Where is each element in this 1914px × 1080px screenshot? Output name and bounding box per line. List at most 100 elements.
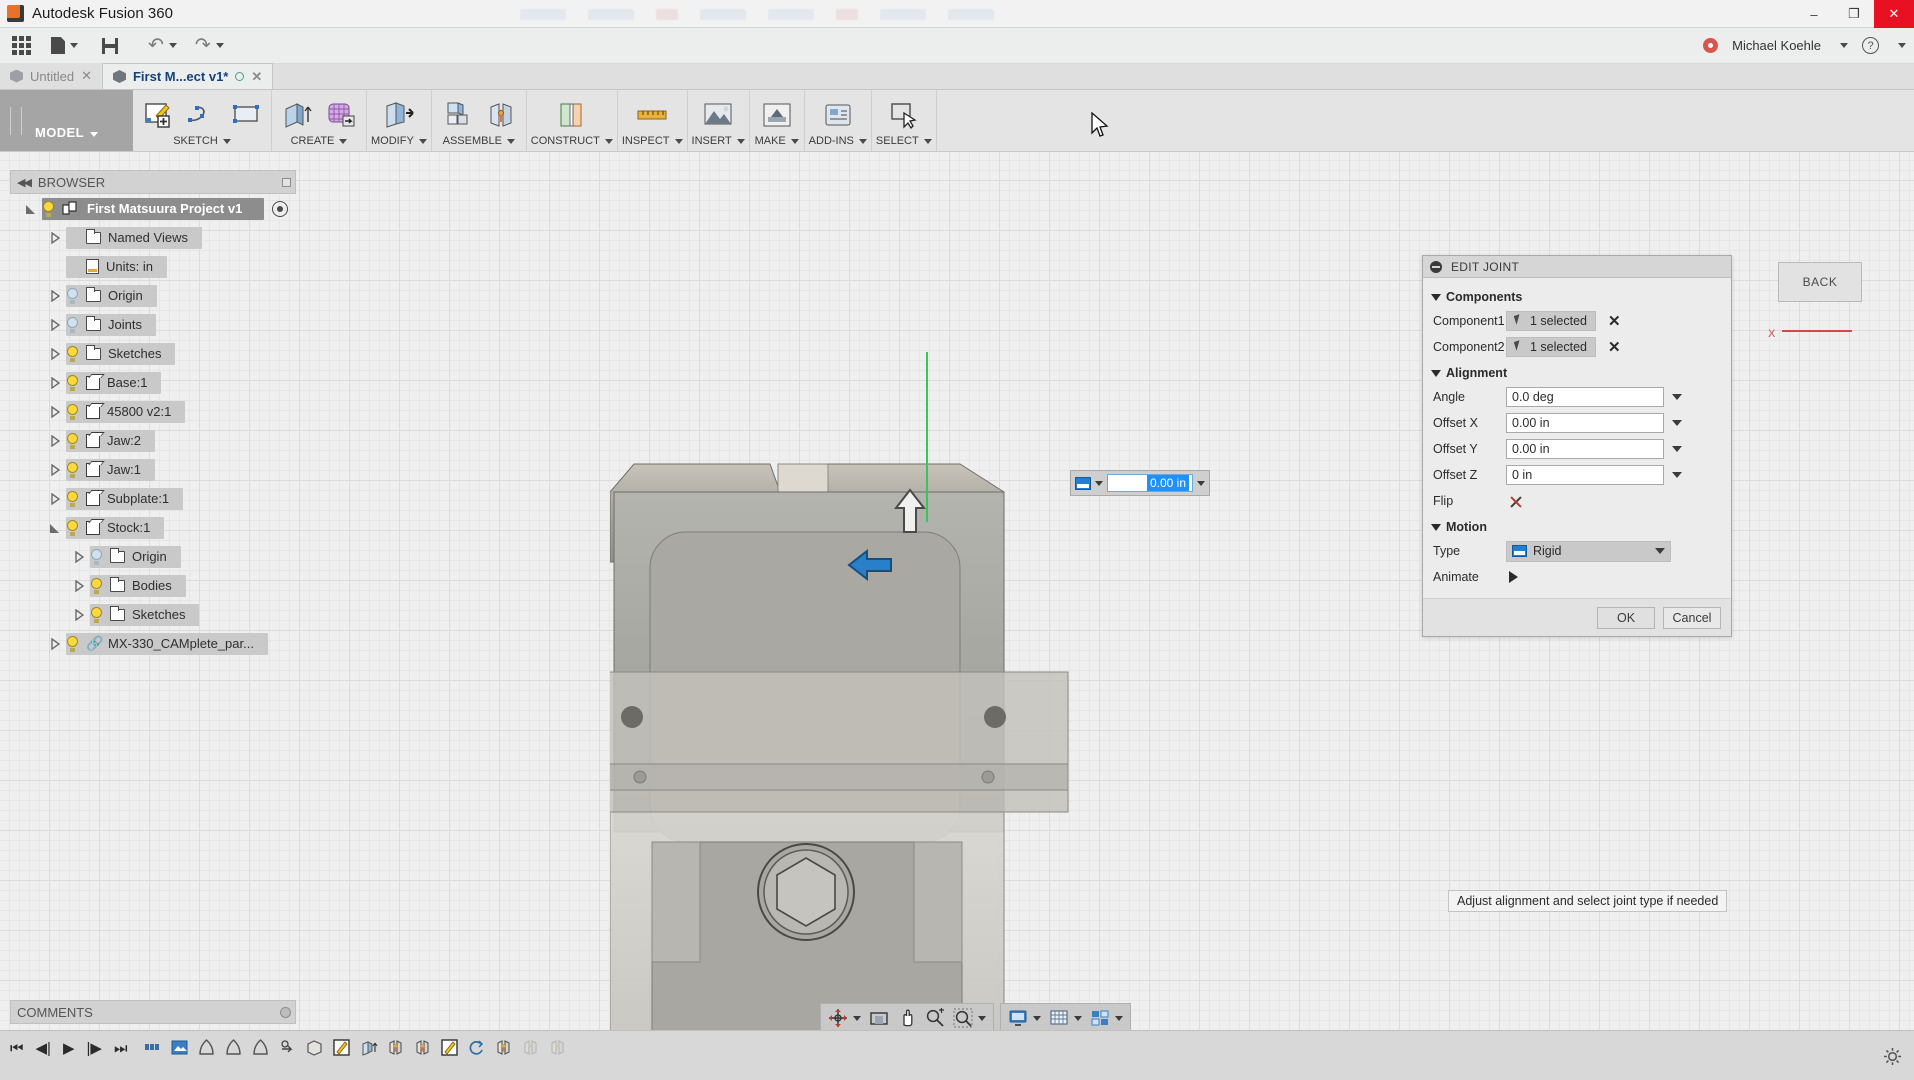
browser-item-hit[interactable]: Sketches (66, 343, 175, 365)
ribbon-group-label[interactable]: CONSTRUCT (531, 135, 613, 151)
browser-tree-item[interactable]: Base:1 (10, 368, 296, 397)
browser-tree-item[interactable]: First Matsuura Project v1 (10, 194, 296, 223)
expand-arrow-icon[interactable] (44, 232, 66, 244)
visibility-bulb-icon[interactable] (66, 462, 79, 478)
offset-x-input[interactable]: 0.00 in (1506, 413, 1664, 433)
document-settings-icon[interactable] (142, 1037, 163, 1058)
joint-icon-dim[interactable] (547, 1037, 568, 1058)
visibility-bulb-icon[interactable] (66, 404, 79, 420)
browser-tree-item[interactable]: 🔗MX-330_CAMplete_par... (10, 629, 296, 658)
ribbon-group-label[interactable]: CREATE (291, 135, 348, 151)
undo-button[interactable]: ↶ (142, 28, 183, 64)
joint-arrow-up-icon[interactable] (880, 482, 940, 542)
browser-tree-item[interactable]: Sketches (10, 600, 296, 629)
ribbon-group-label[interactable]: SELECT (876, 135, 932, 151)
visibility-bulb-icon[interactable] (42, 201, 55, 217)
step-back-icon[interactable]: ◀| (36, 1039, 51, 1057)
chevron-down-icon[interactable] (1197, 481, 1205, 486)
edit-sketch-icon[interactable] (331, 1037, 352, 1058)
pan-icon[interactable] (894, 1005, 920, 1031)
browser-tree-item[interactable]: Sketches (10, 339, 296, 368)
add-comment-icon[interactable] (280, 1007, 291, 1018)
edit-sketch-icon[interactable] (439, 1037, 460, 1058)
cancel-button[interactable]: Cancel (1663, 607, 1721, 629)
browser-tree-item[interactable]: Subplate:1 (10, 484, 296, 513)
ribbon-group-label[interactable]: ADD-INS (809, 135, 867, 151)
browser-item-hit[interactable]: Origin (66, 285, 157, 307)
ribbon-group-label[interactable]: MAKE (755, 135, 799, 151)
browser-item-hit[interactable]: Units: in (66, 256, 167, 278)
settings-gear-icon[interactable] (1883, 1047, 1902, 1066)
browser-item-hit[interactable]: Base:1 (66, 372, 161, 394)
browser-tree-item[interactable]: Bodies (10, 571, 296, 600)
skip-start-icon[interactable]: ⏮ (10, 1040, 24, 1057)
component1-clear-button[interactable]: ✕ (1608, 312, 1621, 330)
user-name-label[interactable]: Michael Koehle (1732, 38, 1821, 53)
expand-arrow-icon[interactable] (44, 348, 66, 360)
look-at-icon[interactable] (866, 1005, 892, 1031)
browser-item-hit[interactable]: 🔗MX-330_CAMplete_par... (66, 633, 268, 655)
visibility-bulb-icon[interactable] (90, 578, 103, 594)
record-screencast-icon[interactable] (1703, 38, 1718, 53)
angle-input[interactable]: 0.0 deg (1506, 387, 1664, 407)
expand-arrow-icon[interactable] (68, 609, 90, 621)
rectangle-icon[interactable] (225, 96, 267, 134)
component-activate-icon[interactable] (272, 201, 288, 217)
browser-tree-item[interactable]: 45800 v2:1 (10, 397, 296, 426)
visibility-bulb-icon[interactable] (90, 549, 103, 565)
expand-arrow-icon[interactable] (44, 319, 66, 331)
revolve-icon[interactable] (466, 1037, 487, 1058)
visibility-bulb-icon[interactable] (66, 520, 79, 536)
ribbon-group-label[interactable]: INSPECT (622, 135, 683, 151)
browser-item-hit[interactable]: Stock:1 (66, 517, 164, 539)
chevron-down-icon[interactable] (1672, 446, 1682, 452)
browser-item-hit[interactable]: 45800 v2:1 (66, 401, 185, 423)
joint-arrow-left-icon[interactable] (845, 545, 895, 585)
ribbon-group-label[interactable]: ASSEMBLE (443, 135, 515, 151)
step-forward-icon[interactable]: |▶ (87, 1039, 102, 1057)
close-icon[interactable]: ✕ (81, 68, 92, 84)
chevron-down-icon[interactable] (1898, 43, 1906, 48)
scripts-addins-icon[interactable] (815, 96, 861, 134)
browser-header[interactable]: ◀◀ BROWSER (10, 170, 296, 194)
maximize-button[interactable]: ❐ (1834, 0, 1874, 28)
comments-panel-header[interactable]: COMMENTS (10, 1000, 296, 1024)
browser-item-hit[interactable]: Bodies (90, 575, 186, 597)
inline-value-input[interactable]: 0.00 in (1070, 470, 1210, 496)
chevron-down-icon[interactable] (1115, 1016, 1123, 1021)
section-header-components[interactable]: Components (1423, 284, 1731, 308)
collapse-arrow-icon[interactable] (44, 522, 66, 534)
visibility-bulb-icon[interactable] (66, 433, 79, 449)
joint-icon[interactable] (385, 1037, 406, 1058)
zoom-icon[interactable] (922, 1005, 948, 1031)
visibility-bulb-icon[interactable] (66, 317, 79, 333)
visibility-bulb-icon[interactable] (66, 636, 79, 652)
browser-tree-item[interactable]: Origin (10, 542, 296, 571)
collapse-arrow-icon[interactable] (20, 203, 42, 215)
expand-arrow-icon[interactable] (68, 580, 90, 592)
play-icon[interactable]: ▶ (63, 1039, 75, 1057)
browser-tree-item[interactable]: Stock:1 (10, 513, 296, 542)
browser-item-hit[interactable]: Jaw:1 (66, 459, 155, 481)
save-button[interactable] (96, 28, 124, 64)
body-icon[interactable] (304, 1037, 325, 1058)
flip-icon[interactable] (1509, 494, 1523, 508)
browser-tree-item[interactable]: Named Views (10, 223, 296, 252)
close-button[interactable]: ✕ (1874, 0, 1914, 28)
move-copy-icon[interactable] (277, 1037, 298, 1058)
press-pull-icon[interactable] (376, 96, 422, 134)
offset-y-input[interactable]: 0.00 in (1506, 439, 1664, 459)
chevron-down-icon[interactable] (1840, 43, 1848, 48)
viewports-icon[interactable] (1087, 1005, 1113, 1031)
component2-selection-field[interactable]: 1 selected (1506, 337, 1596, 357)
offset-z-input[interactable]: 0 in (1506, 465, 1664, 485)
create-sketch-icon[interactable] (137, 96, 179, 134)
browser-item-hit[interactable]: Named Views (66, 227, 202, 249)
joint-icon-dim[interactable] (520, 1037, 541, 1058)
browser-item-hit[interactable]: Joints (66, 314, 156, 336)
view-cube[interactable]: BACK X (1778, 262, 1874, 334)
redo-button[interactable]: ↷ (189, 28, 230, 64)
minimize-icon[interactable] (1430, 261, 1442, 273)
expand-arrow-icon[interactable] (68, 551, 90, 563)
app-grid-icon[interactable] (12, 36, 31, 55)
